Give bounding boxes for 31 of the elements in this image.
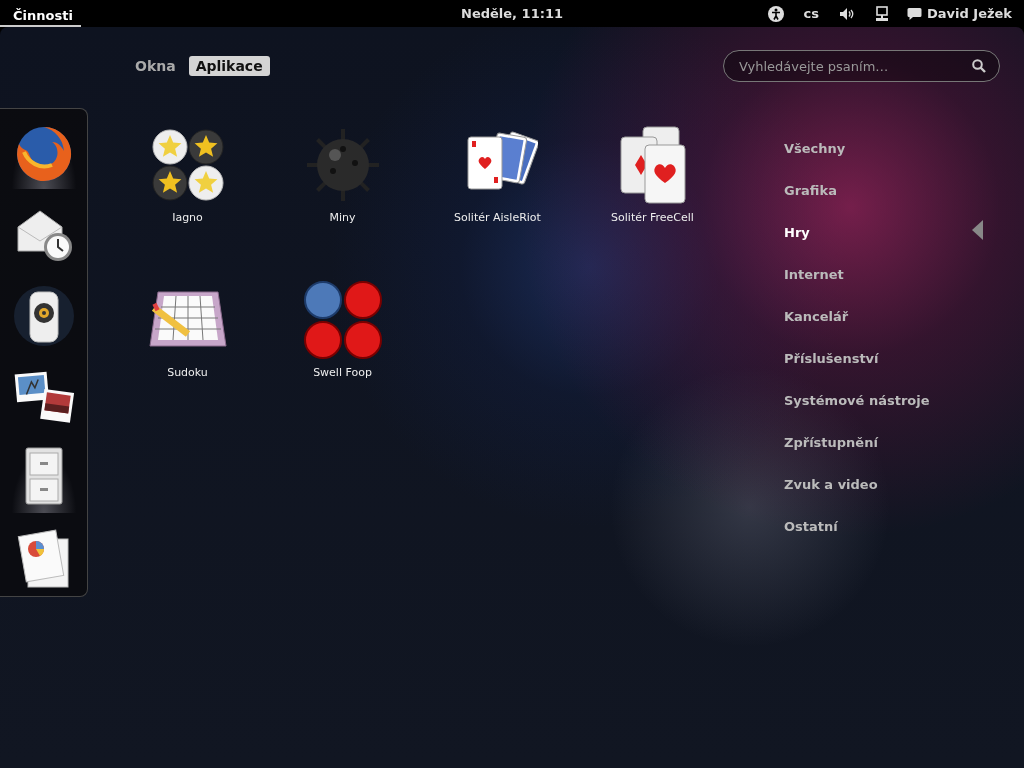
category-item[interactable]: Kancelář [784,308,849,324]
user-menu-label[interactable]: David Ježek [927,6,1012,21]
search-field[interactable]: Vyhledávejte psaním… [723,50,1000,82]
search-icon [972,59,986,73]
app-label[interactable]: Swell Foop [313,366,372,379]
keyboard-layout-indicator[interactable]: cs [793,6,829,21]
colored-balls-icon[interactable] [302,280,383,360]
app-label[interactable]: Sudoku [167,366,208,379]
app-label[interactable]: Iagno [172,211,203,224]
network-wired-icon[interactable] [875,5,889,22]
category-item[interactable]: Všechny [784,140,846,156]
chat-bubble-icon[interactable] [907,6,922,21]
speaker-icon[interactable] [11,284,76,348]
app-label[interactable]: Solitér AisleRiot [454,211,541,224]
app-label[interactable]: Miny [329,211,356,224]
category-item[interactable]: Hry [784,224,810,240]
app-label[interactable]: Solitér FreeCell [611,211,694,224]
clock-label[interactable]: Neděle, 11:11 [461,6,563,21]
selection-arrow-icon [972,220,983,240]
category-item[interactable]: Příslušenství [784,350,879,366]
category-item[interactable]: Grafika [784,182,837,198]
view-tab[interactable]: Aplikace [188,56,270,76]
category-item[interactable]: Systémové nástroje [784,392,930,408]
category-item[interactable]: Internet [784,266,844,282]
category-item[interactable]: Zpřístupnění [784,434,878,450]
view-tab[interactable]: Okna [128,56,183,76]
volume-icon[interactable] [839,6,855,21]
accessibility-icon[interactable] [767,5,784,22]
category-item[interactable]: Ostatní [784,518,838,534]
activities-button[interactable]: Činnosti [0,0,81,27]
category-item[interactable]: Zvuk a video [784,476,878,492]
